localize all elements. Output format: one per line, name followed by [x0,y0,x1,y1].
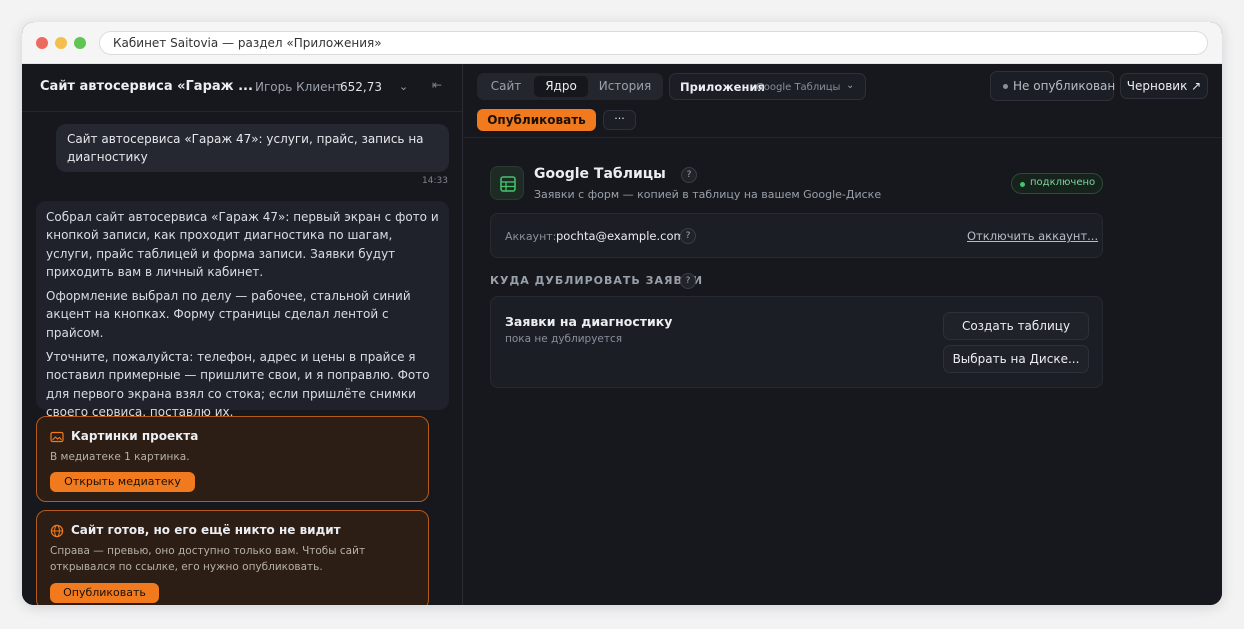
publish-card-text: Справа — превью, оно доступно только вам… [50,545,366,573]
minimize-window-button[interactable] [55,37,67,49]
maximize-window-button[interactable] [74,37,86,49]
main-panel: Сайт Ядро История Приложения Google Табл… [464,64,1222,605]
form-name: Заявки на диагностику [505,314,673,329]
assistant-paragraph: Оформление выбрал по делу — рабочее, ста… [46,289,411,340]
help-icon[interactable]: ? [681,167,697,183]
publish-status-text: Не опубликован [1013,79,1116,93]
media-card-title: Картинки проекта [71,429,199,443]
help-icon[interactable]: ? [680,273,696,289]
close-window-button[interactable] [36,37,48,49]
form-row: Заявки на диагностику пока не дублируетс… [490,296,1103,388]
chevron-down-icon[interactable]: ⌄ [399,80,408,93]
form-status: пока не дублируется [505,333,623,345]
tab-site[interactable]: Сайт [481,76,531,97]
message-timestamp: 14:33 [422,176,448,186]
publish-button[interactable]: Опубликовать [477,109,596,131]
user-message: Сайт автосервиса «Гараж 47»: услуги, пра… [56,124,449,172]
publish-card-title: Сайт готов, но его ещё никто не видит [71,523,341,537]
app-icon-tile [490,166,524,200]
tab-core[interactable]: Ядро [534,76,588,97]
spreadsheet-icon [500,176,516,192]
publish-status: Не опубликован [990,71,1116,101]
choose-on-drive-button[interactable]: Выбрать на Диске... [943,345,1089,373]
status-dot [1003,84,1008,89]
chevron-down-icon: ⌄ [846,80,855,91]
open-media-library-button[interactable]: Открыть медиатеку [50,472,195,492]
assistant-paragraph: Собрал сайт автосервиса «Гараж 47»: перв… [46,210,439,279]
draft-button[interactable]: Черновик ↗ [1120,73,1208,99]
status-badge: подключено [1011,173,1103,194]
assistant-paragraph: Уточните, пожалуйста: телефон, адрес и ц… [46,350,430,419]
publish-card: Сайт готов, но его ещё никто не видит Сп… [36,510,429,605]
top-toolbar: Сайт Ядро История Приложения Google Табл… [464,64,1222,138]
tab-history[interactable]: История [591,76,659,97]
app-window: Кабинет Saitovia — раздел «Приложения» С… [22,22,1222,605]
image-icon [50,431,64,443]
create-sheet-button[interactable]: Создать таблицу [943,312,1089,340]
media-card: Картинки проекта В медиатеке 1 картинка.… [36,416,429,502]
account-label: Аккаунт: [505,230,557,243]
address-bar[interactable]: Кабинет Saitovia — раздел «Приложения» [99,31,1208,55]
globe-icon [50,524,64,538]
help-icon[interactable]: ? [680,228,696,244]
apps-dropdown-value: Google Таблицы [756,82,841,93]
browser-titlebar: Кабинет Saitovia — раздел «Приложения» [22,22,1222,64]
account-email: pochta@example.com [556,229,685,243]
disconnect-account-link[interactable]: Отключить аккаунт... [967,229,1098,243]
view-tabs: Сайт Ядро История [477,73,663,100]
status-badge-text: подключено [1030,177,1096,188]
card-publish-button[interactable]: Опубликовать [50,583,159,603]
user-balance[interactable]: 652,73 [340,80,382,94]
integration-title: Google Таблицы [534,166,666,182]
media-card-text: В медиатеке 1 картинка. [50,451,190,463]
collapse-sidebar-icon[interactable]: ⇤ [432,78,442,92]
section-title: КУДА ДУБЛИРОВАТЬ ЗАЯВКИ [490,274,704,287]
assistant-message: Собрал сайт автосервиса «Гараж 47»: перв… [36,201,449,419]
more-button[interactable]: ··· [603,110,636,130]
account-box: Аккаунт: pochta@example.com ? Отключить … [490,213,1103,258]
user-name[interactable]: Игорь Клиент [255,80,342,94]
integration-description: Заявки с форм — копией в таблицу на ваше… [534,188,882,201]
apps-dropdown-label: Приложения [680,80,765,94]
status-dot [1020,182,1025,187]
project-title[interactable]: Сайт автосервиса «Гараж ... [40,79,253,94]
apps-dropdown[interactable]: Приложения Google Таблицы ⌄ [669,73,866,100]
chat-header: Сайт автосервиса «Гараж ... Игорь Клиент… [22,64,462,112]
chat-panel: Сайт автосервиса «Гараж ... Игорь Клиент… [22,64,463,605]
